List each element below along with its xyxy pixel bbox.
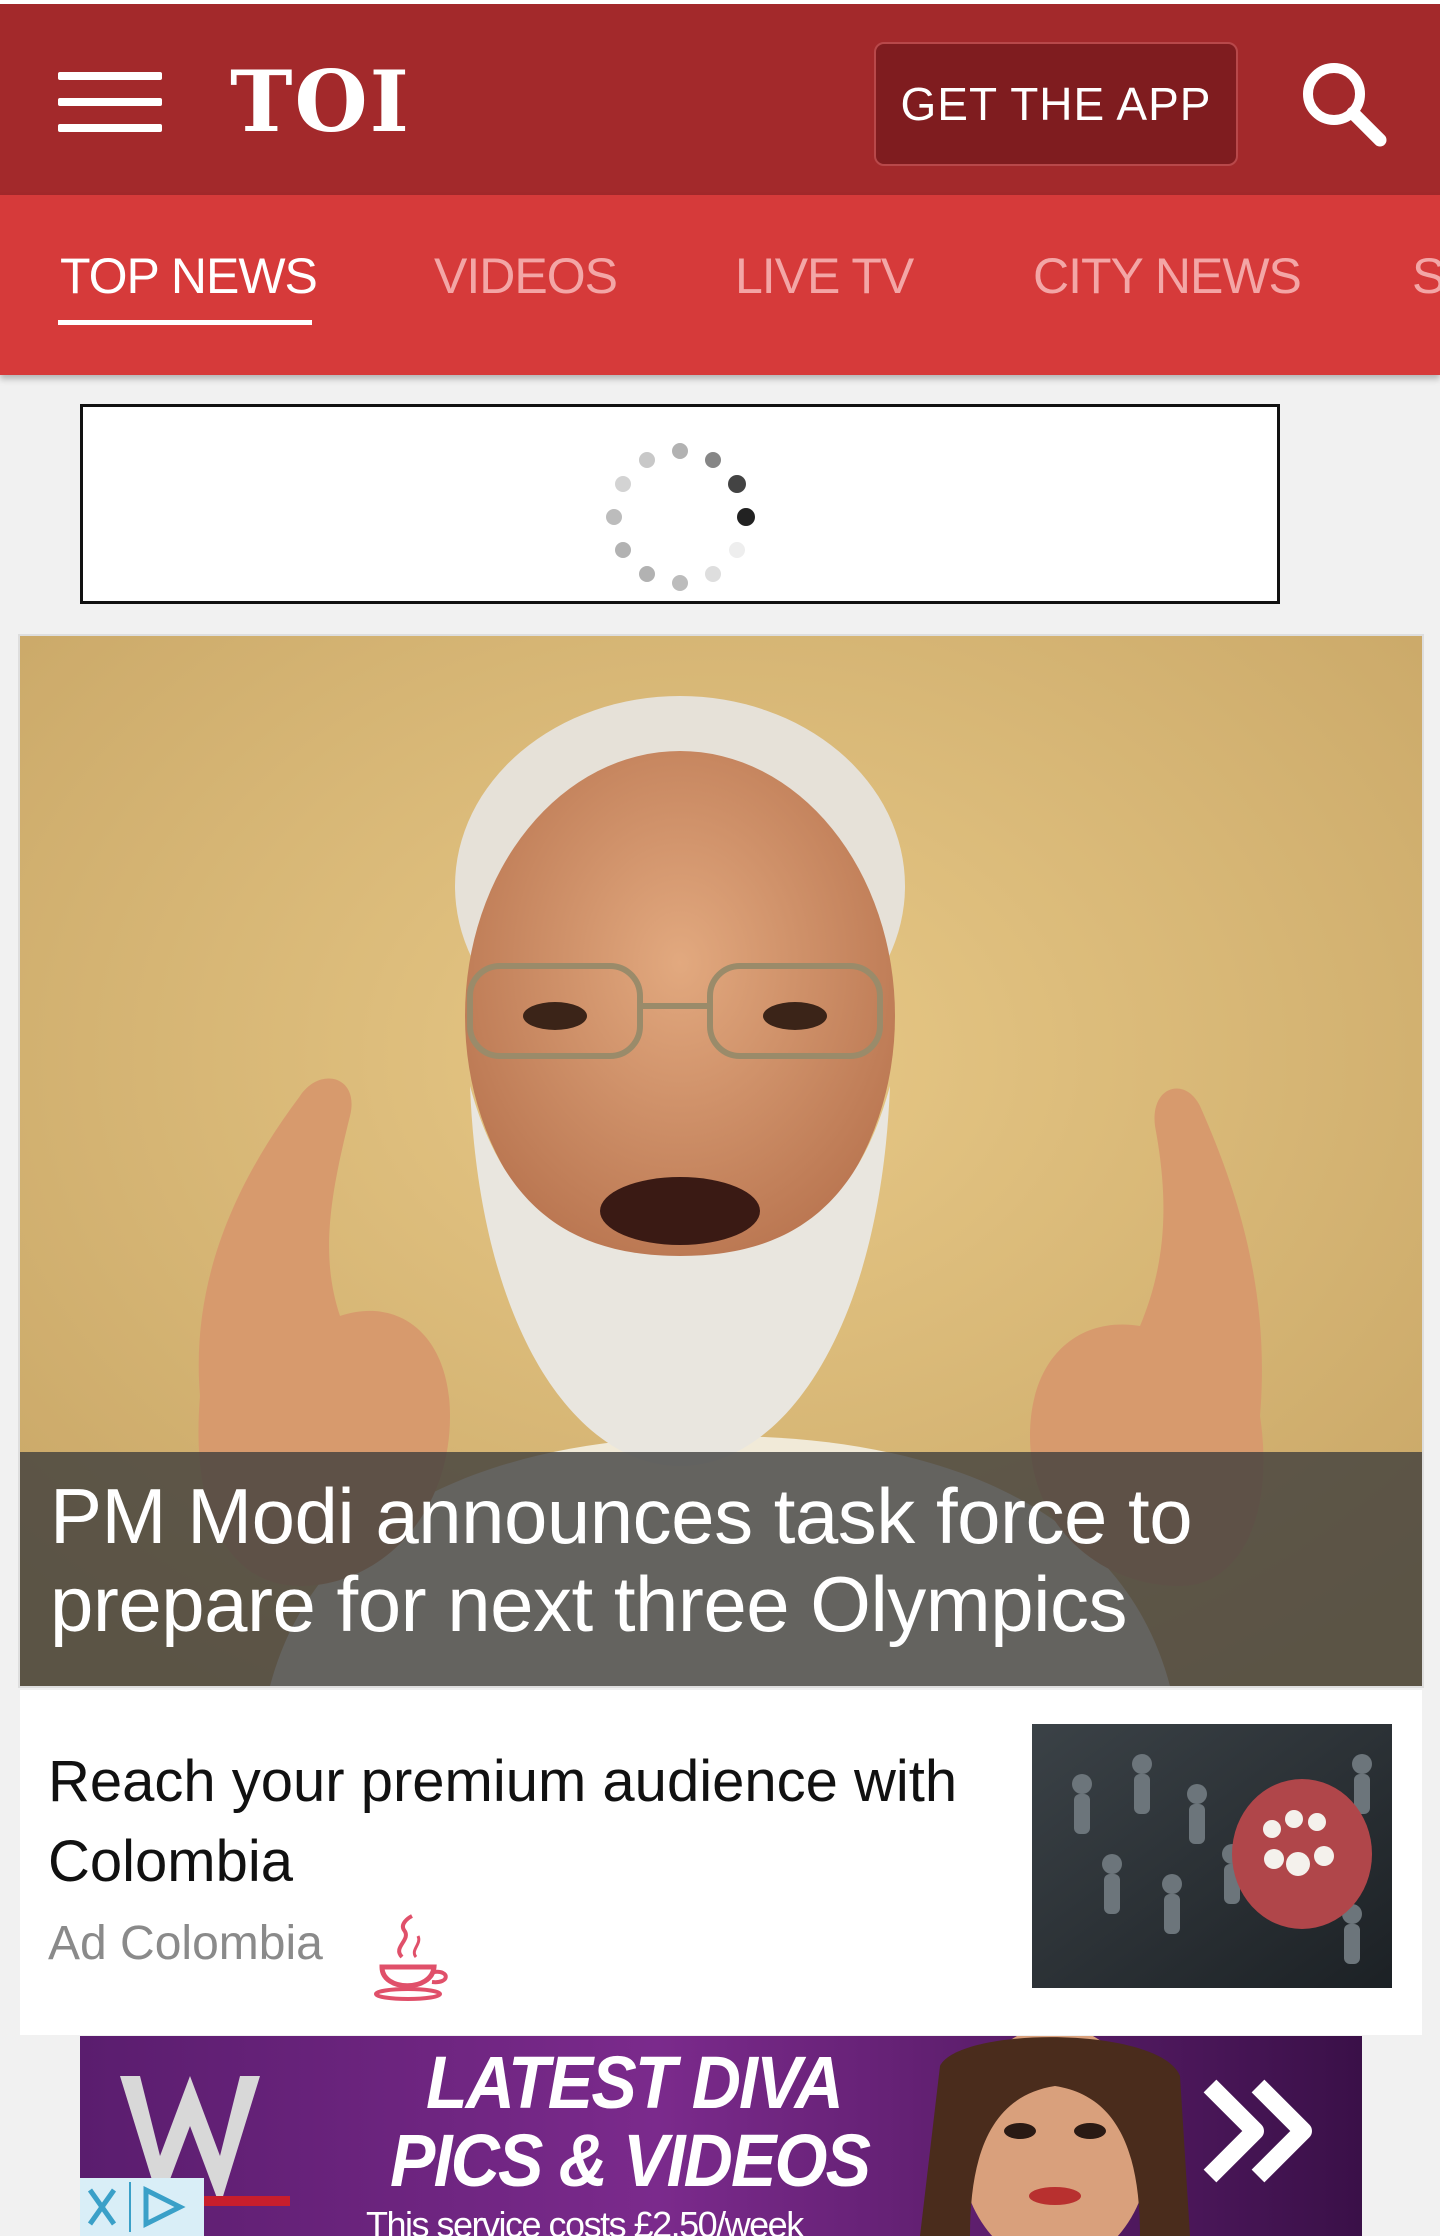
colombia-logo-icon xyxy=(374,1914,448,2001)
search-icon[interactable] xyxy=(1296,56,1388,148)
bottom-banner-ad[interactable]: LATEST DIVA PICS & VIDEOS This service c… xyxy=(80,2036,1362,2236)
hero-story-card[interactable]: PM Modi announces task force to prepare … xyxy=(18,634,1424,1688)
banner-headline-line1: LATEST DIVA xyxy=(426,2041,844,2124)
ad-choices-icon[interactable] xyxy=(80,2178,204,2236)
banner-price-note: This service costs £2.50/week xyxy=(366,2204,804,2236)
tab-live-tv[interactable]: LIVE TV xyxy=(735,247,914,305)
forward-arrows-icon[interactable] xyxy=(1200,2076,1320,2186)
sponsored-title[interactable]: Reach your premium audience with Colombi… xyxy=(48,1742,1008,1902)
tab-city-news[interactable]: CITY NEWS xyxy=(1033,247,1302,305)
hero-caption: PM Modi announces task force to prepare … xyxy=(20,1452,1422,1686)
sponsored-source: Ad Colombia xyxy=(48,1917,323,1970)
tab-videos[interactable]: VIDEOS xyxy=(434,247,618,305)
tab-top-news[interactable]: TOP NEWS xyxy=(60,247,318,305)
section-tabs: TOP NEWS VIDEOS LIVE TV CITY NEWS S xyxy=(0,195,1440,375)
loading-spinner-icon xyxy=(606,443,755,591)
sponsored-card[interactable]: Reach your premium audience with Colombi… xyxy=(20,1690,1422,2035)
banner-headline-line2: PICS & VIDEOS xyxy=(390,2119,871,2202)
get-the-app-button[interactable]: GET THE APP xyxy=(874,42,1238,166)
sponsored-thumbnail xyxy=(1032,1724,1392,1988)
site-logo[interactable]: TOI xyxy=(230,52,411,152)
active-tab-indicator xyxy=(58,320,312,325)
hero-headline[interactable]: PM Modi announces task force to prepare … xyxy=(50,1472,1390,1648)
tab-partial[interactable]: S xyxy=(1412,247,1440,305)
hamburger-menu-icon[interactable] xyxy=(58,66,162,138)
top-header: TOI GET THE APP xyxy=(0,0,1440,195)
